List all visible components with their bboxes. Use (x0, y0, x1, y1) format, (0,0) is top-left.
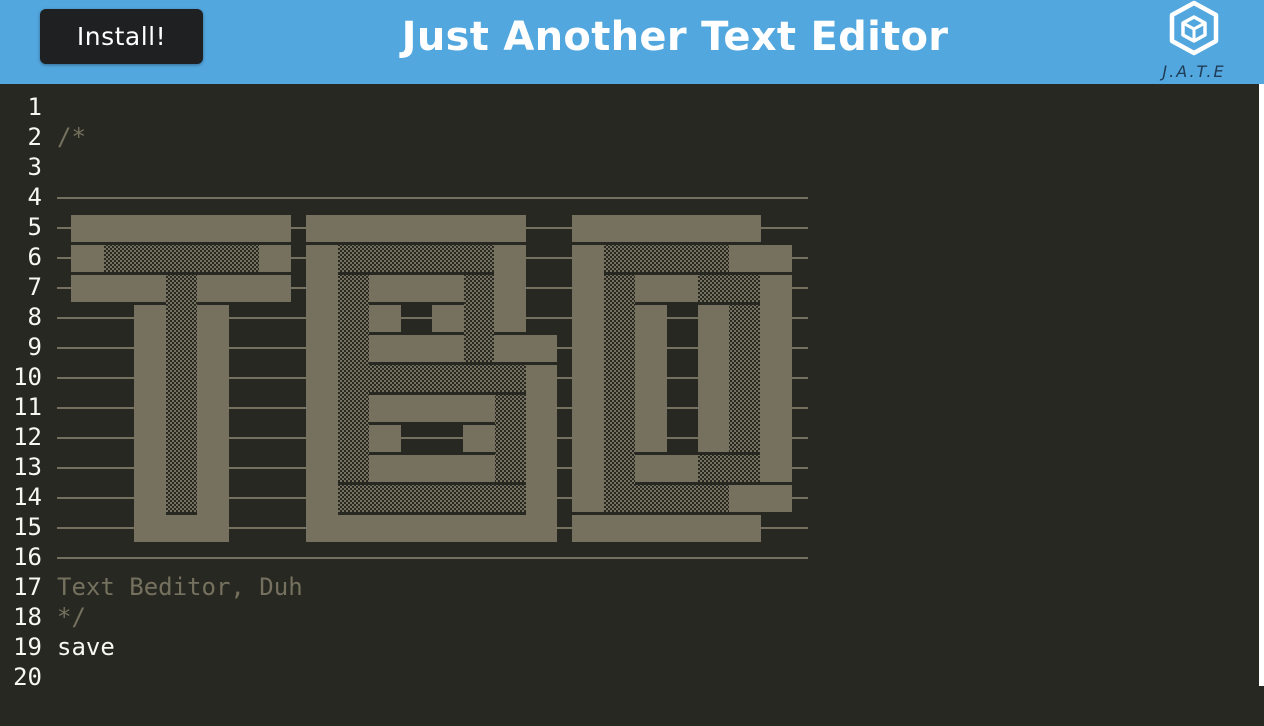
editor-line[interactable]: 20 (0, 662, 1259, 686)
line-number: 11 (13, 393, 42, 421)
line-number: 13 (13, 453, 42, 481)
editor-line[interactable]: 13 (0, 452, 1259, 482)
line-number: 18 (13, 603, 42, 631)
logo-text: J.A.T.E (1162, 62, 1226, 81)
editor-line[interactable]: 5 (0, 212, 1259, 242)
editor-line[interactable]: 18 */ (0, 602, 1259, 632)
line-number: 15 (13, 513, 42, 541)
editor-line[interactable]: 19 save (0, 632, 1259, 662)
line-number: 4 (27, 183, 42, 211)
line-number: 8 (27, 303, 42, 331)
editor-line[interactable]: 11 (0, 392, 1259, 422)
app-title: Just Another Text Editor (401, 14, 949, 60)
app-header: Install! Just Another Text Editor J.A.T.… (0, 0, 1264, 84)
line-text: Text Beditor, Duh (57, 573, 303, 601)
line-number: 2 (27, 123, 42, 151)
line-number: 6 (27, 243, 42, 271)
editor-line[interactable]: 8 (0, 302, 1259, 332)
code-editor[interactable]: 1 2 /* 3 4 5 6 7 8 9 10 11 12 13 14 15 1… (0, 84, 1259, 686)
line-number: 7 (27, 273, 42, 301)
jate-logo: J.A.T.E (1152, 0, 1244, 84)
line-text: /* (57, 123, 86, 151)
editor-line[interactable]: 9 (0, 332, 1259, 362)
editor-line[interactable]: 4 (0, 182, 1259, 212)
editor-line[interactable]: 14 (0, 482, 1259, 512)
line-number: 5 (27, 213, 42, 241)
line-number: 19 (13, 633, 42, 661)
editor-line[interactable]: 17 Text Beditor, Duh (0, 572, 1259, 602)
editor-line[interactable]: 7 (0, 272, 1259, 302)
editor-line[interactable]: 2 /* (0, 122, 1259, 152)
editor-line[interactable]: 12 (0, 422, 1259, 452)
cube-logo-icon (1169, 0, 1219, 56)
line-number: 14 (13, 483, 42, 511)
editor-line[interactable]: 1 (0, 92, 1259, 122)
line-number: 12 (13, 423, 42, 451)
editor-scroll-edge (1259, 84, 1264, 686)
line-number: 20 (13, 663, 42, 686)
line-number: 10 (13, 363, 42, 391)
editor-line[interactable]: 3 (0, 152, 1259, 182)
editor-line[interactable]: 15 (0, 512, 1259, 542)
editor-line[interactable]: 16 (0, 542, 1259, 572)
line-text: */ (57, 603, 86, 631)
line-number: 3 (27, 153, 42, 181)
editor-line[interactable]: 10 (0, 362, 1259, 392)
editor-line[interactable]: 6 (0, 242, 1259, 272)
line-number: 16 (13, 543, 42, 571)
line-number: 9 (27, 333, 42, 361)
line-text: save (57, 633, 115, 661)
bottom-strip (0, 686, 1264, 726)
line-number: 17 (13, 573, 42, 601)
line-number: 1 (27, 93, 42, 121)
